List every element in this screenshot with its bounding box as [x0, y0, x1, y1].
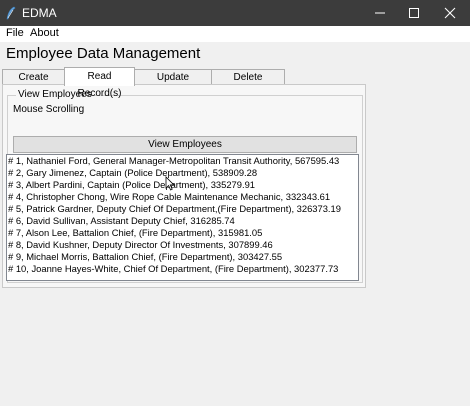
list-item[interactable]: # 1, Nathaniel Ford, General Manager-Met… [7, 155, 358, 167]
list-item[interactable]: # 5, Patrick Gardner, Deputy Chief Of De… [7, 203, 358, 215]
tab-read-records[interactable]: Read Record(s) [64, 67, 135, 99]
tab-create-record[interactable]: Create Record [2, 69, 65, 98]
minimize-button[interactable] [362, 0, 398, 26]
tab-update-records[interactable]: Update Record(s) [134, 69, 212, 98]
menu-bar: File About [0, 26, 470, 42]
maximize-icon [409, 8, 419, 18]
list-item[interactable]: # 3, Albert Pardini, Captain (Police Dep… [7, 179, 358, 191]
window-title: EDMA [22, 6, 57, 20]
list-item[interactable]: # 7, Alson Lee, Battalion Chief, (Fire D… [7, 227, 358, 239]
maximize-button[interactable] [396, 0, 432, 26]
mouse-cursor-icon [165, 176, 175, 191]
list-item[interactable]: # 8, David Kushner, Deputy Director Of I… [7, 239, 358, 251]
list-item[interactable]: # 2, Gary Jimenez, Captain (Police Depar… [7, 167, 358, 179]
close-icon [444, 7, 456, 19]
employee-listbox[interactable]: # 1, Nathaniel Ford, General Manager-Met… [6, 154, 359, 281]
list-item[interactable]: # 4, Christopher Chong, Wire Rope Cable … [7, 191, 358, 203]
app-window: EDMA File About Employee Data Management… [0, 0, 470, 406]
list-item[interactable]: # 10, Joanne Hayes-White, Chief Of Depar… [7, 263, 358, 275]
close-button[interactable] [432, 0, 468, 26]
menu-about[interactable]: About [30, 27, 59, 39]
tab-delete-records[interactable]: Delete Record(s) [211, 69, 285, 98]
page-title: Employee Data Management [6, 45, 201, 62]
menu-file[interactable]: File [6, 27, 24, 39]
view-employees-button[interactable]: View Employees [13, 136, 357, 153]
minimize-icon [375, 12, 385, 14]
feather-icon [6, 6, 16, 20]
title-bar[interactable]: EDMA [0, 0, 470, 26]
mouse-scrolling-label: Mouse Scrolling [13, 104, 85, 115]
list-item[interactable]: # 6, David Sullivan, Assistant Deputy Ch… [7, 215, 358, 227]
list-item[interactable]: # 9, Michael Morris, Battalion Chief, (F… [7, 251, 358, 263]
